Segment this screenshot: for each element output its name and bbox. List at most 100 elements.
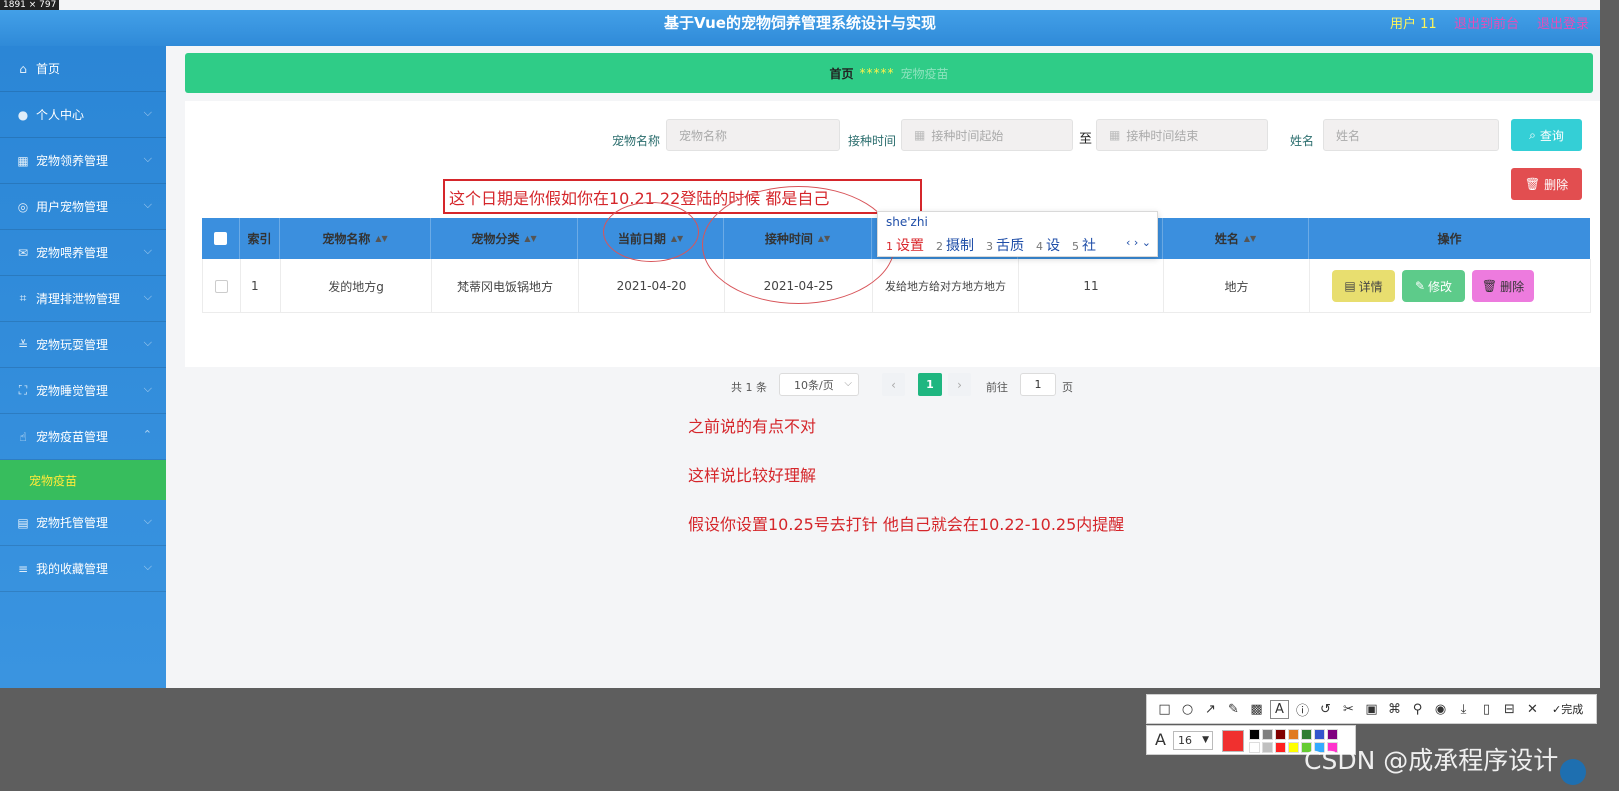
arrow-tool-icon[interactable]: ↗ (1201, 700, 1220, 719)
pagination: 共 1 条 10条/页 ⌵ ‹ 1 › 前往 1 页 (185, 373, 1600, 397)
sidebar-item-personal-center[interactable]: ● 个人中心 ⌵ (0, 92, 166, 138)
pen-tool-icon[interactable]: ✎ (1224, 700, 1243, 719)
chevron-down-icon: ⌵ (143, 244, 152, 257)
ime-page-nav[interactable]: ‹ › ⌄ (1126, 236, 1151, 249)
ime-candidate[interactable]: 2 摄制 (936, 235, 974, 255)
close-icon[interactable]: ✕ (1523, 700, 1542, 719)
sidebar-subitem-vaccine[interactable]: 宠物疫苗 (0, 460, 166, 500)
annotation-line-3: 假设你设置10.25号去打针 他自己就会在10.22-10.25内提醒 (688, 515, 1125, 534)
sidebar-item-sleep[interactable]: ⛶ 宠物睡觉管理 ⌵ (0, 368, 166, 414)
ocr-icon[interactable]: ▣ (1362, 700, 1381, 719)
row-checkbox[interactable] (215, 279, 228, 293)
record-icon[interactable]: ◉ (1431, 700, 1450, 719)
col-pet-category[interactable]: 宠物分类 ▲▼ (431, 218, 578, 259)
ime-candidate[interactable]: 5社 (1072, 235, 1096, 255)
fullscreen-icon: ⛶ (18, 383, 28, 397)
sidebar-item-play[interactable]: ≚ 宠物玩耍管理 ⌵ (0, 322, 166, 368)
sidebar-item-favorites[interactable]: ≡ 我的收藏管理 ⌵ (0, 546, 166, 592)
back-to-front-link[interactable]: 退出到前台 (1454, 13, 1519, 32)
select-all-checkbox[interactable] (214, 232, 227, 245)
check-icon: ✓ (1552, 703, 1562, 716)
phone-icon[interactable]: ▯ (1477, 700, 1496, 719)
color-swatch[interactable] (1262, 742, 1273, 753)
sidebar-menu: ⌂ 首页 ● 个人中心 ⌵ ▦ 宠物领养管理 ⌵ ◎ 用户宠物管理 ⌵ ✉ 宠物喂养管理 ⌵ ⌗ 清… (0, 46, 166, 688)
prev-page-button[interactable]: ‹ (882, 373, 905, 396)
text-tool-icon[interactable]: A (1270, 699, 1289, 719)
sidebar-item-home[interactable]: ⌂ 首页 (0, 46, 166, 92)
person-name-input[interactable]: 姓名 (1323, 119, 1499, 151)
col-actions: 操作 (1437, 232, 1462, 246)
cell-index: 1 (241, 259, 281, 313)
cell-person-name: 地方 (1164, 259, 1310, 313)
cell-pet-category: 梵蒂冈电饭锅地方 (432, 259, 579, 313)
logout-link[interactable]: 退出登录 (1537, 13, 1589, 32)
sidebar-item-feeding[interactable]: ✉ 宠物喂养管理 ⌵ (0, 230, 166, 276)
screenshot-toolbar: □ ○ ↗ ✎ ▩ A ⓘ ↺ ✂ ▣ ⌘ ⚲ ◉ ⤓ ▯ ⊟ ✕ ✓完成 (1146, 694, 1597, 724)
color-swatch[interactable] (1275, 742, 1286, 753)
query-button[interactable]: ⌕ 查询 (1511, 119, 1582, 151)
col-index: 索引 (240, 218, 280, 259)
sliders-icon: ≚ (17, 337, 29, 352)
pin-icon[interactable]: ⚲ (1408, 700, 1427, 719)
color-swatch[interactable] (1301, 729, 1312, 740)
ime-candidate[interactable]: 1 设置 (886, 235, 924, 255)
cell-account: 11 (1019, 259, 1164, 313)
vaccine-time-start-input[interactable]: ▦ 接种时间起始 (901, 119, 1073, 151)
bookmark-icon[interactable]: ⊟ (1500, 700, 1519, 719)
done-button[interactable]: ✓完成 (1552, 701, 1583, 717)
color-swatch[interactable] (1327, 729, 1338, 740)
chevron-down-icon: ⌵ (143, 290, 152, 303)
color-swatch[interactable] (1249, 729, 1260, 740)
main-content: 首页 ***** 宠物疫苗 宠物名称 宠物名称 接种时间 ▦ 接种时间起始 至 ▦… (166, 46, 1600, 688)
next-page-button[interactable]: › (948, 373, 971, 396)
sidebar-item-vaccine[interactable]: ☝ 宠物疫苗管理 ⌃ (0, 414, 166, 460)
scissors-icon[interactable]: ✂ (1339, 700, 1358, 719)
mosaic-tool-icon[interactable]: ▩ (1247, 700, 1266, 719)
page-1-button[interactable]: 1 (918, 373, 942, 396)
goto-label: 前往 (986, 381, 1008, 394)
color-swatch[interactable] (1288, 742, 1299, 753)
detail-button[interactable]: ▤ 详情 (1332, 270, 1395, 302)
vaccine-time-end-input[interactable]: ▦ 接种时间结束 (1096, 119, 1268, 151)
translate-icon[interactable]: ⌘ (1385, 700, 1404, 719)
sidebar-item-user-pets[interactable]: ◎ 用户宠物管理 ⌵ (0, 184, 166, 230)
mail-icon: ✉ (17, 245, 29, 260)
breadcrumb: 首页 ***** 宠物疫苗 (185, 53, 1593, 93)
edit-icon: ✎ (1414, 279, 1426, 293)
ime-candidate[interactable]: 4设 (1036, 235, 1060, 255)
edit-button[interactable]: ✎ 修改 (1402, 270, 1465, 302)
color-swatch[interactable] (1262, 729, 1273, 740)
delete-button[interactable]: 🗑 删除 (1472, 270, 1534, 302)
pager-total: 共 1 条 (731, 381, 767, 394)
page-size-select[interactable]: 10条/页 ⌵ (779, 373, 859, 396)
font-size-select[interactable]: 16 ▼ (1173, 731, 1213, 750)
chevron-down-icon: ⌵ (143, 106, 152, 119)
ellipse-tool-icon[interactable]: ○ (1178, 700, 1197, 719)
goto-page-input[interactable]: 1 (1020, 373, 1056, 396)
chevron-down-icon: ⌵ (143, 514, 152, 527)
batch-delete-button[interactable]: 🗑 删除 (1511, 168, 1582, 200)
sidebar-item-boarding[interactable]: ▤ 宠物托管管理 ⌵ (0, 500, 166, 546)
font-icon: A (1155, 730, 1166, 749)
col-pet-name[interactable]: 宠物名称 ▲▼ (280, 218, 431, 259)
ime-candidate[interactable]: 3 舌质 (986, 235, 1024, 255)
vaccine-time-label: 接种时间 (848, 134, 897, 148)
breadcrumb-home[interactable]: 首页 (829, 65, 853, 82)
download-icon[interactable]: ⤓ (1454, 700, 1473, 719)
number-tool-icon[interactable]: ⓘ (1293, 700, 1312, 719)
annotation-line-1: 之前说的有点不对 (688, 417, 817, 436)
undo-icon[interactable]: ↺ (1316, 700, 1335, 719)
current-color-swatch[interactable] (1222, 730, 1244, 752)
chevron-down-icon: ⌵ (844, 378, 852, 389)
rectangle-tool-icon[interactable]: □ (1155, 700, 1174, 719)
pet-name-input[interactable]: 宠物名称 (666, 119, 840, 151)
col-person-name[interactable]: 姓名 ▲▼ (1163, 218, 1309, 259)
color-swatch[interactable] (1275, 729, 1286, 740)
sidebar-item-adoption[interactable]: ▦ 宠物领养管理 ⌵ (0, 138, 166, 184)
color-swatch[interactable] (1288, 729, 1299, 740)
top-header: 基于Vue的宠物饲养管理系统设计与实现 用户 11 退出到前台 退出登录 (0, 10, 1600, 46)
ime-composition: she'zhi (886, 215, 928, 229)
color-swatch[interactable] (1314, 729, 1325, 740)
sidebar-item-cleaning[interactable]: ⌗ 清理排泄物管理 ⌵ (0, 276, 166, 322)
color-swatch[interactable] (1249, 742, 1260, 753)
